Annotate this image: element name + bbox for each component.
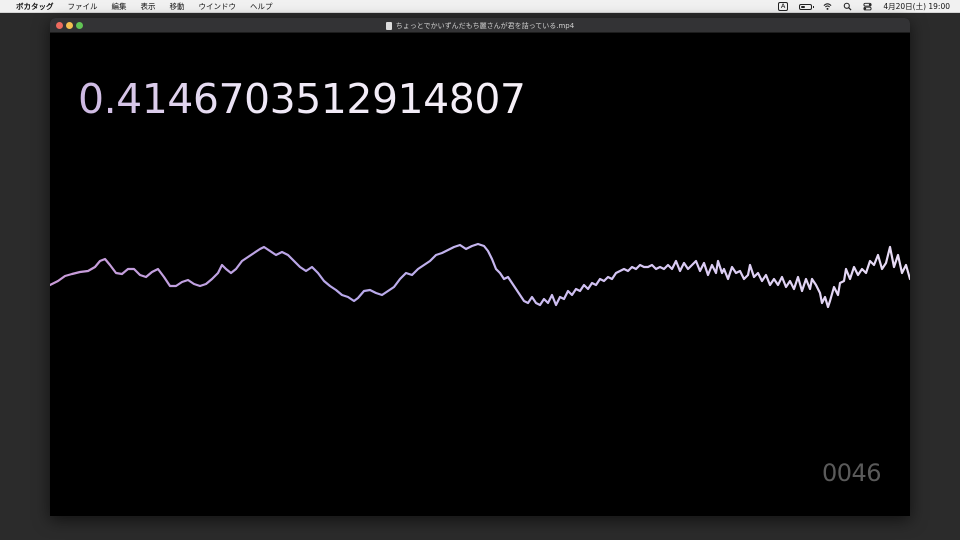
menu-item-window[interactable]: ウインドウ [199, 1, 237, 12]
window-title-text: ちょっとでかいずんだもち麗さんが君を詰っている.mp4 [395, 21, 575, 30]
menu-bar: ボカタッグ ファイル 編集 表示 移動 ウインドウ ヘルプ A 4月20日(土)… [0, 0, 960, 13]
battery-icon[interactable] [799, 3, 815, 10]
menu-item-edit[interactable]: 編集 [112, 1, 127, 12]
document-icon [385, 21, 392, 30]
menu-item-file[interactable]: ファイル [68, 1, 98, 12]
window-title: ちょっとでかいずんだもち麗さんが君を詰っている.mp4 [50, 18, 910, 33]
wifi-icon[interactable] [823, 2, 832, 11]
search-icon[interactable] [843, 2, 852, 11]
waveform-line [50, 242, 910, 309]
menu-bar-left: ボカタッグ ファイル 編集 表示 移動 ウインドウ ヘルプ [0, 1, 273, 12]
menu-clock[interactable]: 4月20日(土) 19:00 [883, 1, 950, 12]
menu-bar-right: A 4月20日(土) 19:00 [777, 0, 950, 13]
waveform-graphic [50, 242, 910, 309]
menu-app-name[interactable]: ボカタッグ [16, 1, 54, 12]
input-mode-indicator[interactable]: A [777, 2, 789, 11]
menu-item-help[interactable]: ヘルプ [250, 1, 273, 12]
video-frame[interactable]: 0.4146703512914807 0046 [50, 33, 910, 516]
window-title-bar[interactable]: ちょっとでかいずんだもち麗さんが君を詰っている.mp4 [50, 18, 910, 33]
menu-item-go[interactable]: 移動 [170, 1, 185, 12]
frame-counter: 0046 [822, 459, 882, 487]
control-center-icon[interactable] [863, 2, 872, 11]
video-player-window: ちょっとでかいずんだもち麗さんが君を詰っている.mp4 0.4146703512… [50, 18, 910, 516]
menu-item-view[interactable]: 表示 [141, 1, 156, 12]
